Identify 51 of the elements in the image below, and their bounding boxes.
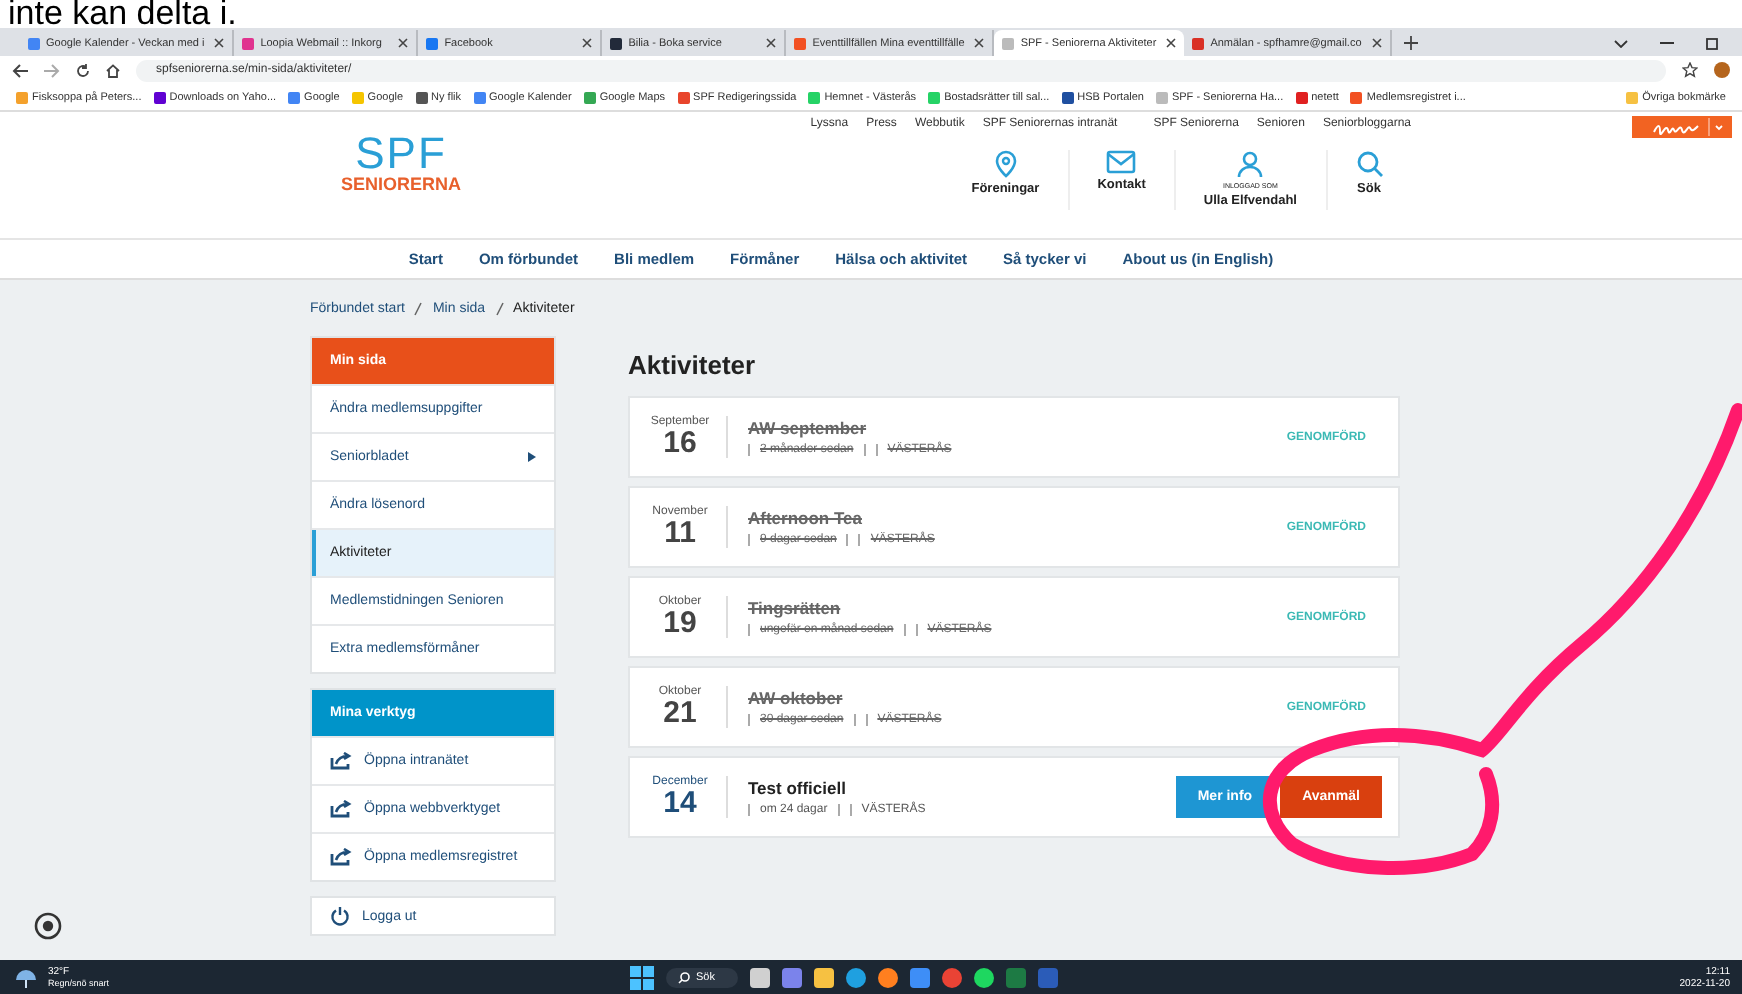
activity-title[interactable]: Test officiell (748, 778, 1176, 798)
app-icon[interactable] (974, 967, 995, 987)
close-icon[interactable] (1371, 38, 1382, 48)
restore-icon[interactable] (1706, 37, 1718, 49)
reload-icon[interactable] (76, 63, 90, 77)
app-icon[interactable] (878, 967, 899, 987)
signature-icon (1652, 119, 1700, 135)
close-icon[interactable] (214, 38, 225, 48)
breadcrumb-separator (414, 302, 423, 316)
avatar-icon[interactable] (1714, 62, 1730, 78)
share-icon (330, 752, 352, 770)
share-icon (330, 848, 352, 866)
target-icon[interactable] (34, 912, 62, 940)
activity-title[interactable]: AW oktober (748, 688, 1287, 708)
weather-icon[interactable] (12, 965, 40, 989)
activity-title[interactable]: Tingsrätten (748, 598, 1287, 618)
app-icon[interactable] (782, 967, 803, 987)
caption-text: inte kan delta i. (6, 0, 239, 28)
chevron-icon[interactable] (1614, 39, 1628, 47)
page-heading: Aktiviteter (628, 350, 758, 380)
home-icon[interactable] (106, 63, 120, 77)
close-icon[interactable] (766, 38, 777, 48)
date-day: 11 (664, 518, 696, 548)
language-button[interactable] (1632, 116, 1732, 138)
start-icon[interactable] (630, 965, 654, 989)
date-day: 14 (663, 788, 697, 818)
close-icon[interactable] (974, 38, 985, 48)
close-icon[interactable] (398, 38, 409, 48)
activity-title[interactable]: Afternoon Tea (748, 508, 1287, 528)
new-tab-icon[interactable] (1403, 36, 1418, 50)
user-icon (1236, 150, 1265, 178)
breadcrumb-separator (495, 302, 504, 316)
power-icon (330, 906, 350, 926)
date-day: 19 (663, 608, 697, 638)
app-icon[interactable] (910, 967, 931, 987)
app-icon[interactable] (846, 967, 867, 987)
search-icon (1355, 150, 1383, 178)
date-day: 16 (663, 428, 697, 458)
close-icon[interactable] (582, 38, 593, 48)
date-day: 21 (663, 698, 697, 728)
app-icon[interactable] (750, 967, 771, 987)
search-icon (678, 971, 690, 983)
share-icon (330, 800, 352, 818)
pin-icon (991, 150, 1020, 178)
submenu-arrow-icon (528, 452, 536, 462)
activity-title[interactable]: AW september (748, 418, 1287, 438)
chevron-icon (1708, 118, 1726, 136)
back-icon[interactable] (12, 63, 28, 77)
close-icon[interactable] (1166, 38, 1177, 48)
star-icon[interactable] (1682, 62, 1698, 78)
mail-icon (1106, 150, 1137, 174)
